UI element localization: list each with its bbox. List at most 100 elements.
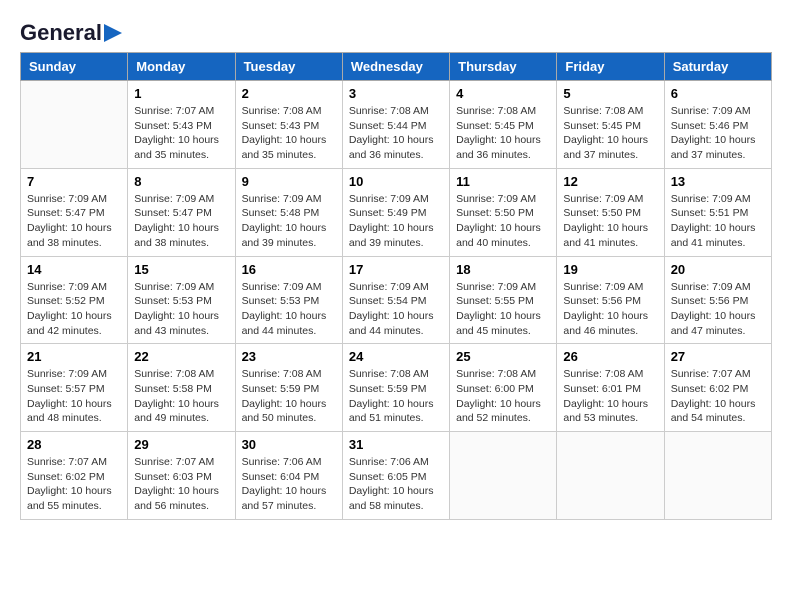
calendar-cell: 5 Sunrise: 7:08 AM Sunset: 5:45 PM Daylig… <box>557 81 664 169</box>
calendar-cell: 8Sunrise: 7:09 AM Sunset: 5:47 PM Daylig… <box>128 168 235 256</box>
calendar-table: SundayMondayTuesdayWednesdayThursdayFrid… <box>20 52 772 520</box>
day-info: Sunrise: 7:09 AM Sunset: 5:52 PM Dayligh… <box>27 280 121 339</box>
calendar-cell: 25 Sunrise: 7:08 AM Sunset: 6:00 PM Dayli… <box>450 344 557 432</box>
day-number: 22 <box>134 349 228 364</box>
day-number: 17 <box>349 262 443 277</box>
day-info: Sunrise: 7:09 AM Sunset: 5:56 PM Dayligh… <box>563 280 657 339</box>
calendar-cell <box>664 432 771 520</box>
day-number: 10 <box>349 174 443 189</box>
calendar-cell: 4 Sunrise: 7:08 AM Sunset: 5:45 PM Daylig… <box>450 81 557 169</box>
day-info: Sunrise: 7:07 AM Sunset: 6:03 PM Dayligh… <box>134 455 228 514</box>
day-number: 12 <box>563 174 657 189</box>
calendar-cell: 19 Sunrise: 7:09 AM Sunset: 5:56 PM Dayli… <box>557 256 664 344</box>
logo-general: General <box>20 20 102 46</box>
calendar-week-row: 21Sunrise: 7:09 AM Sunset: 5:57 PM Dayli… <box>21 344 772 432</box>
day-number: 19 <box>563 262 657 277</box>
day-number: 6 <box>671 86 765 101</box>
calendar-header-row: SundayMondayTuesdayWednesdayThursdayFrid… <box>21 53 772 81</box>
day-number: 25 <box>456 349 550 364</box>
calendar-cell: 17 Sunrise: 7:09 AM Sunset: 5:54 PM Dayli… <box>342 256 449 344</box>
calendar-cell: 24Sunrise: 7:08 AM Sunset: 5:59 PM Dayli… <box>342 344 449 432</box>
day-number: 15 <box>134 262 228 277</box>
logo-arrow-icon <box>104 24 122 42</box>
logo: General <box>20 20 122 42</box>
calendar-cell <box>21 81 128 169</box>
day-info: Sunrise: 7:08 AM Sunset: 5:59 PM Dayligh… <box>242 367 336 426</box>
calendar-cell: 27 Sunrise: 7:07 AM Sunset: 6:02 PM Dayli… <box>664 344 771 432</box>
day-info: Sunrise: 7:08 AM Sunset: 5:43 PM Dayligh… <box>242 104 336 163</box>
calendar-day-header: Thursday <box>450 53 557 81</box>
calendar-week-row: 1Sunrise: 7:07 AM Sunset: 5:43 PM Daylig… <box>21 81 772 169</box>
calendar-day-header: Friday <box>557 53 664 81</box>
calendar-cell: 7Sunrise: 7:09 AM Sunset: 5:47 PM Daylig… <box>21 168 128 256</box>
day-info: Sunrise: 7:07 AM Sunset: 6:02 PM Dayligh… <box>671 367 765 426</box>
day-info: Sunrise: 7:08 AM Sunset: 5:58 PM Dayligh… <box>134 367 228 426</box>
day-number: 4 <box>456 86 550 101</box>
calendar-cell: 15 Sunrise: 7:09 AM Sunset: 5:53 PM Dayli… <box>128 256 235 344</box>
day-info: Sunrise: 7:08 AM Sunset: 5:45 PM Dayligh… <box>456 104 550 163</box>
calendar-day-header: Sunday <box>21 53 128 81</box>
day-number: 8 <box>134 174 228 189</box>
day-info: Sunrise: 7:09 AM Sunset: 5:46 PM Dayligh… <box>671 104 765 163</box>
calendar-cell: 13 Sunrise: 7:09 AM Sunset: 5:51 PM Dayli… <box>664 168 771 256</box>
day-number: 29 <box>134 437 228 452</box>
day-info: Sunrise: 7:09 AM Sunset: 5:50 PM Dayligh… <box>563 192 657 251</box>
day-info: Sunrise: 7:09 AM Sunset: 5:49 PM Dayligh… <box>349 192 443 251</box>
day-number: 26 <box>563 349 657 364</box>
calendar-cell: 10 Sunrise: 7:09 AM Sunset: 5:49 PM Dayli… <box>342 168 449 256</box>
day-info: Sunrise: 7:06 AM Sunset: 6:04 PM Dayligh… <box>242 455 336 514</box>
day-info: Sunrise: 7:07 AM Sunset: 5:43 PM Dayligh… <box>134 104 228 163</box>
day-number: 27 <box>671 349 765 364</box>
day-number: 28 <box>27 437 121 452</box>
day-info: Sunrise: 7:09 AM Sunset: 5:48 PM Dayligh… <box>242 192 336 251</box>
calendar-day-header: Monday <box>128 53 235 81</box>
day-info: Sunrise: 7:09 AM Sunset: 5:47 PM Dayligh… <box>27 192 121 251</box>
day-info: Sunrise: 7:08 AM Sunset: 6:00 PM Dayligh… <box>456 367 550 426</box>
day-info: Sunrise: 7:06 AM Sunset: 6:05 PM Dayligh… <box>349 455 443 514</box>
calendar-cell: 9 Sunrise: 7:09 AM Sunset: 5:48 PM Daylig… <box>235 168 342 256</box>
day-number: 31 <box>349 437 443 452</box>
calendar-cell: 12 Sunrise: 7:09 AM Sunset: 5:50 PM Dayli… <box>557 168 664 256</box>
day-number: 2 <box>242 86 336 101</box>
calendar-cell: 21Sunrise: 7:09 AM Sunset: 5:57 PM Dayli… <box>21 344 128 432</box>
day-info: Sunrise: 7:07 AM Sunset: 6:02 PM Dayligh… <box>27 455 121 514</box>
calendar-week-row: 28 Sunrise: 7:07 AM Sunset: 6:02 PM Dayli… <box>21 432 772 520</box>
calendar-cell: 11 Sunrise: 7:09 AM Sunset: 5:50 PM Dayli… <box>450 168 557 256</box>
day-number: 21 <box>27 349 121 364</box>
page-header: General <box>20 20 772 42</box>
day-number: 5 <box>563 86 657 101</box>
day-info: Sunrise: 7:08 AM Sunset: 5:59 PM Dayligh… <box>349 367 443 426</box>
calendar-cell: 31 Sunrise: 7:06 AM Sunset: 6:05 PM Dayli… <box>342 432 449 520</box>
day-number: 11 <box>456 174 550 189</box>
calendar-week-row: 7Sunrise: 7:09 AM Sunset: 5:47 PM Daylig… <box>21 168 772 256</box>
calendar-cell: 26 Sunrise: 7:08 AM Sunset: 6:01 PM Dayli… <box>557 344 664 432</box>
day-info: Sunrise: 7:09 AM Sunset: 5:53 PM Dayligh… <box>134 280 228 339</box>
day-info: Sunrise: 7:09 AM Sunset: 5:54 PM Dayligh… <box>349 280 443 339</box>
calendar-cell: 28 Sunrise: 7:07 AM Sunset: 6:02 PM Dayli… <box>21 432 128 520</box>
calendar-cell: 20 Sunrise: 7:09 AM Sunset: 5:56 PM Dayli… <box>664 256 771 344</box>
day-info: Sunrise: 7:09 AM Sunset: 5:51 PM Dayligh… <box>671 192 765 251</box>
calendar-cell: 30 Sunrise: 7:06 AM Sunset: 6:04 PM Dayli… <box>235 432 342 520</box>
calendar-cell: 18 Sunrise: 7:09 AM Sunset: 5:55 PM Dayli… <box>450 256 557 344</box>
calendar-cell <box>557 432 664 520</box>
day-number: 20 <box>671 262 765 277</box>
calendar-cell: 23 Sunrise: 7:08 AM Sunset: 5:59 PM Dayli… <box>235 344 342 432</box>
day-number: 16 <box>242 262 336 277</box>
day-info: Sunrise: 7:08 AM Sunset: 6:01 PM Dayligh… <box>563 367 657 426</box>
day-number: 13 <box>671 174 765 189</box>
day-number: 30 <box>242 437 336 452</box>
calendar-cell <box>450 432 557 520</box>
day-number: 14 <box>27 262 121 277</box>
calendar-day-header: Wednesday <box>342 53 449 81</box>
day-number: 3 <box>349 86 443 101</box>
day-info: Sunrise: 7:09 AM Sunset: 5:50 PM Dayligh… <box>456 192 550 251</box>
calendar-week-row: 14 Sunrise: 7:09 AM Sunset: 5:52 PM Dayli… <box>21 256 772 344</box>
day-number: 9 <box>242 174 336 189</box>
day-number: 23 <box>242 349 336 364</box>
day-info: Sunrise: 7:08 AM Sunset: 5:45 PM Dayligh… <box>563 104 657 163</box>
day-info: Sunrise: 7:09 AM Sunset: 5:56 PM Dayligh… <box>671 280 765 339</box>
calendar-cell: 22 Sunrise: 7:08 AM Sunset: 5:58 PM Dayli… <box>128 344 235 432</box>
calendar-cell: 2 Sunrise: 7:08 AM Sunset: 5:43 PM Daylig… <box>235 81 342 169</box>
day-number: 18 <box>456 262 550 277</box>
day-info: Sunrise: 7:09 AM Sunset: 5:55 PM Dayligh… <box>456 280 550 339</box>
